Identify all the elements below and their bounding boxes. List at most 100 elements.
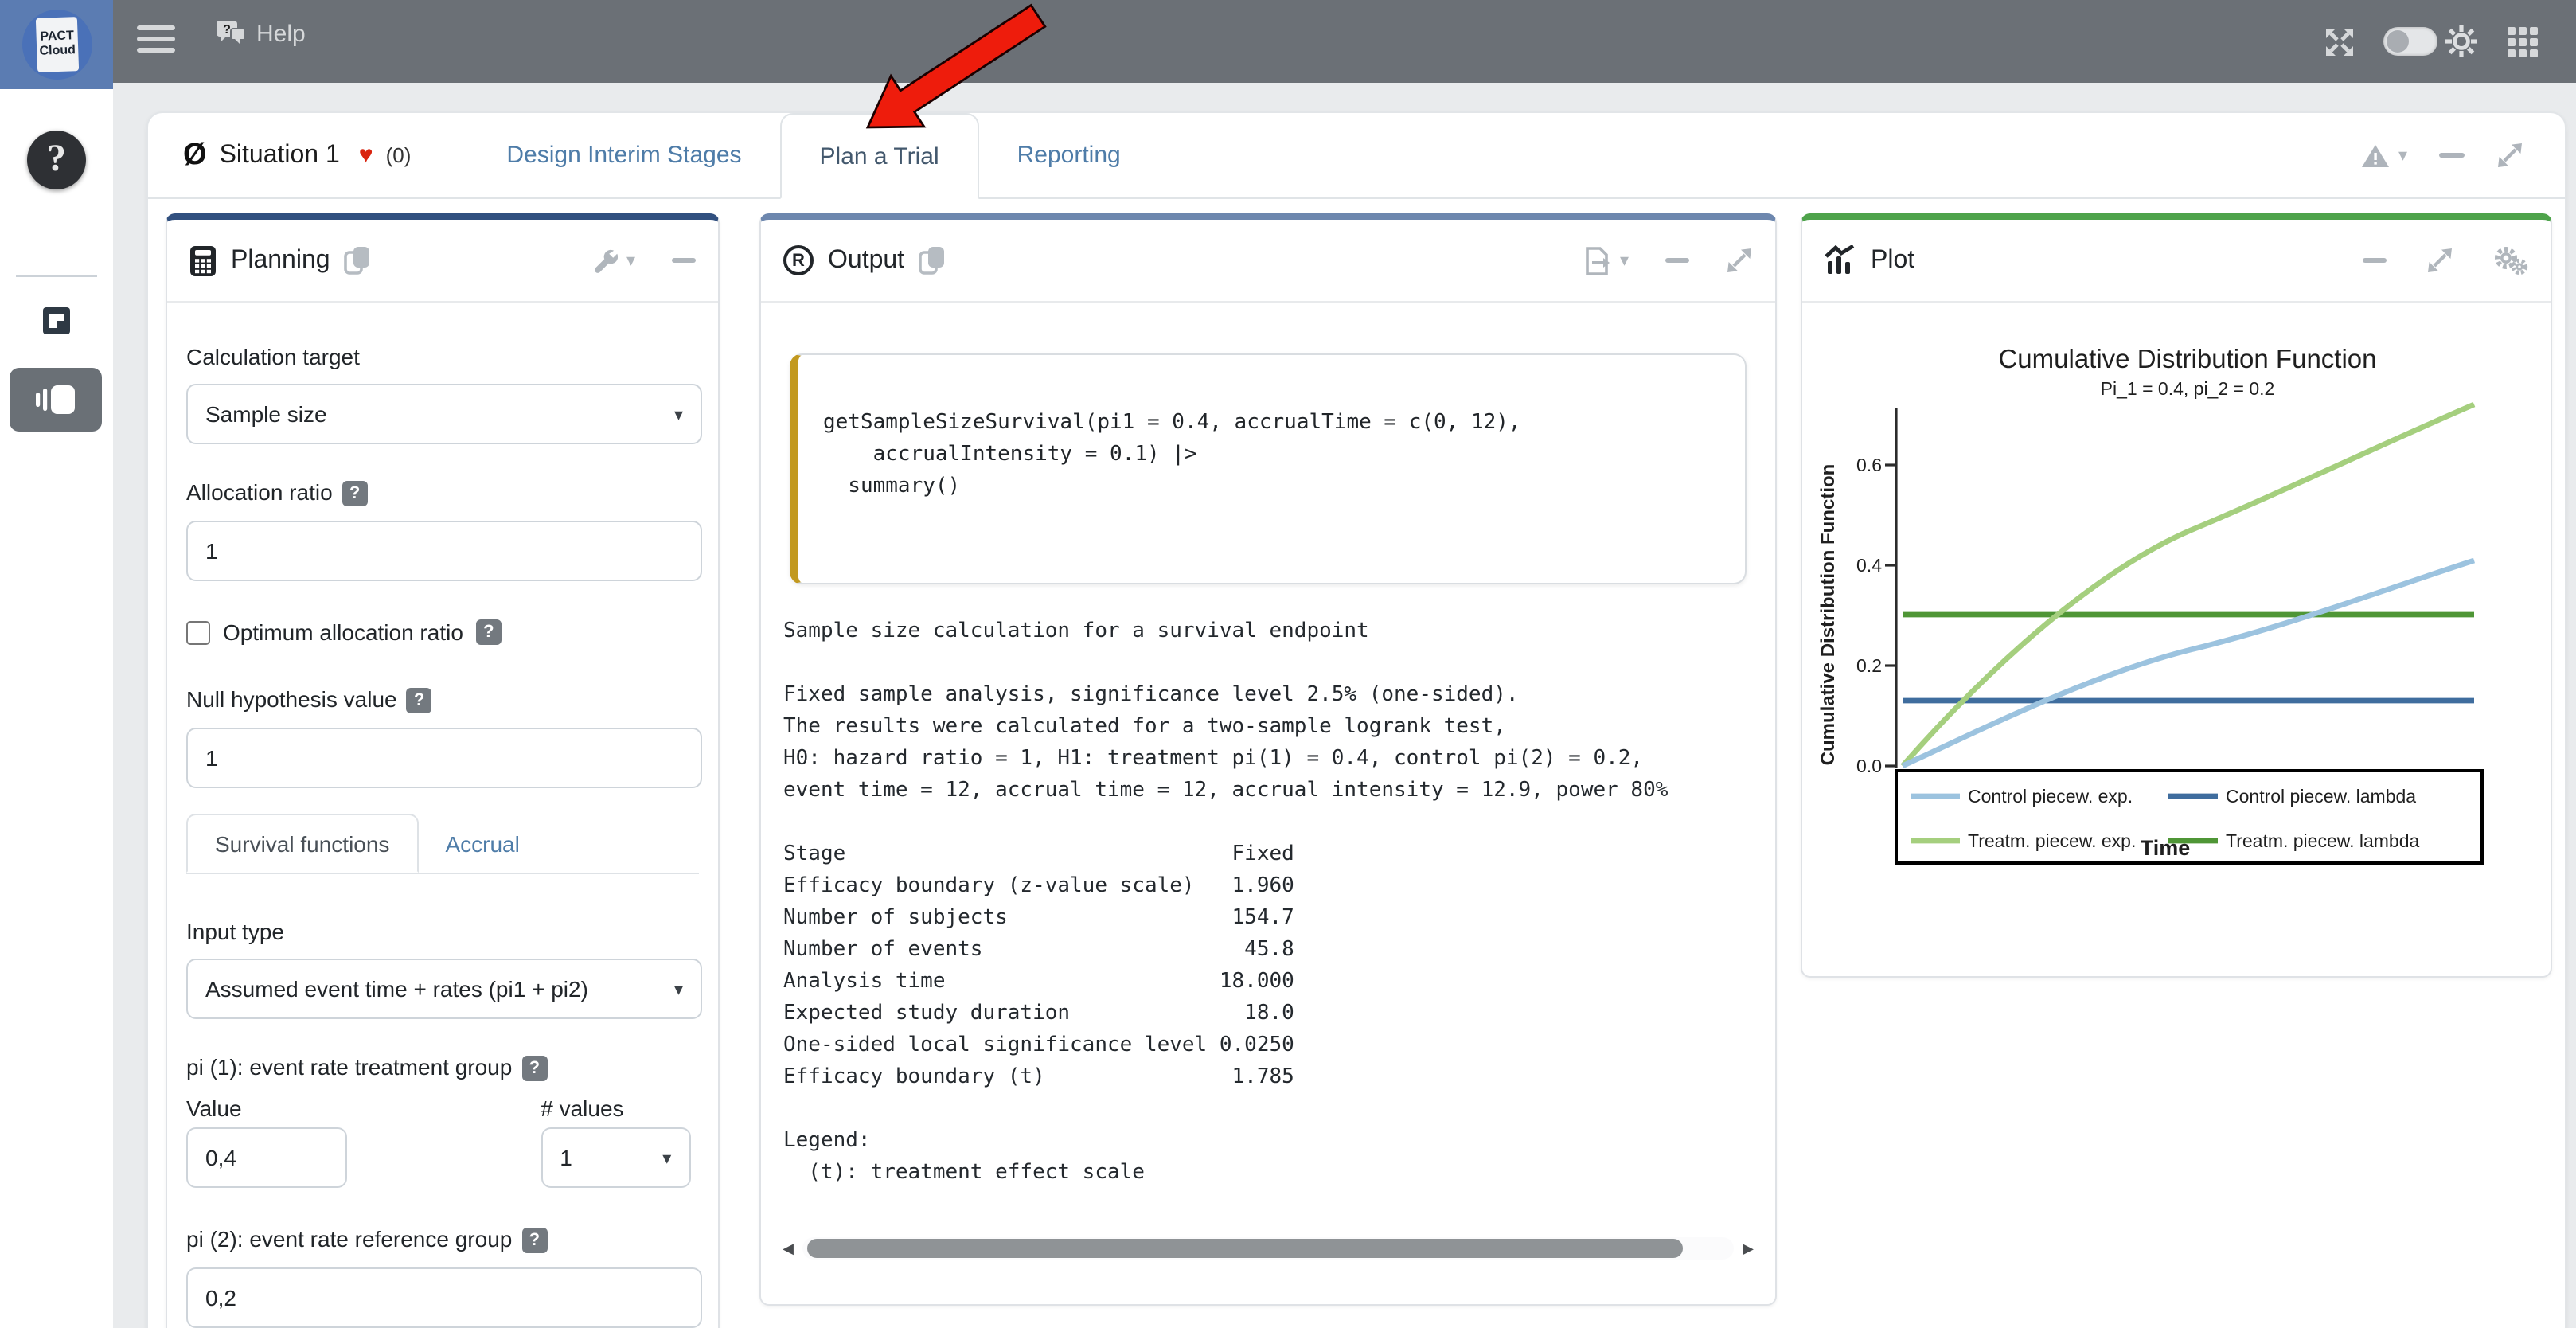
help-badge-icon[interactable]: ? [407,688,432,713]
chart-icon [1825,245,1856,275]
scroll-left-icon[interactable]: ◀ [780,1240,796,1257]
output-summary-text: Sample size calculation for a survival e… [783,616,1668,1189]
scroll-right-icon[interactable]: ▶ [1740,1240,1756,1257]
wrench-icon [591,247,619,274]
legend-label-control-lambda: Control piecew. lambda [2226,786,2416,807]
panels-icon [35,384,76,416]
allocation-ratio-label: Allocation ratio? [186,479,699,506]
help-chat-icon: ? [217,21,247,48]
chevron-down-icon: ▾ [674,978,683,999]
y-tick-0.2: 0.2 [1856,655,1882,676]
x-axis-label: Time [2141,836,2191,860]
collapse-icon[interactable] [672,257,696,264]
app-grid-icon[interactable] [2508,26,2538,57]
input-type-select[interactable]: Assumed event time + rates (pi1 + pi2)▾ [186,959,702,1019]
expand-icon[interactable] [1726,247,1753,274]
light-mode-sun-icon[interactable] [2444,24,2479,59]
optimum-allocation-checkbox[interactable] [186,620,210,644]
empty-set-icon: Ø [183,138,207,173]
optimum-allocation-label: Optimum allocation ratio [223,619,463,645]
app-root: PACT Cloud ? Help [0,0,2576,1328]
chevron-down-icon: ▾ [674,404,683,424]
planning-title: Planning [231,246,330,275]
theme-toggle[interactable] [2383,27,2437,56]
heart-icon[interactable]: ♥ [359,142,373,169]
planning-panel: Planning ▾ Calculation target Sample siz… [166,213,720,1328]
chevron-down-icon: ▾ [1620,250,1629,271]
situation-card-header: Ø Situation 1 ♥ (0) Design Interim Stage… [148,113,2565,199]
allocation-ratio-input[interactable] [186,521,702,581]
situation-title[interactable]: Ø Situation 1 ♥ (0) [183,113,411,197]
settings-dropdown[interactable]: ▾ [591,247,635,274]
collapse-icon[interactable] [1665,257,1689,264]
toggle-knob [2387,30,2409,53]
legend-label-control-exp: Control piecew. exp. [1968,786,2133,807]
chevron-down-icon: ▾ [626,250,635,271]
help-badge-icon[interactable]: ? [476,619,502,645]
series-control-exp-curve [1903,560,2474,766]
export-icon [1585,246,1612,275]
null-hypothesis-input[interactable] [186,728,702,788]
logo-line1: PACT [36,28,78,44]
logo-circle-icon: PACT Cloud [22,10,92,80]
output-panel: R Output ▾ getSampleSizeSurvival( [759,213,1777,1306]
copy-icon[interactable] [919,245,946,275]
scrollbar-thumb[interactable] [807,1239,1683,1258]
cdf-chart: Cumulative Distribution Function Pi_1 = … [1812,331,2544,978]
subtab-accrual[interactable]: Accrual [418,814,546,873]
output-horizontal-scrollbar: ◀ ▶ [780,1236,1756,1261]
tab-plan-a-trial[interactable]: Plan a Trial [780,113,979,199]
expand-icon[interactable] [2496,142,2523,169]
fullscreen-arrows-icon[interactable] [2324,26,2355,57]
scrollbar-track[interactable] [802,1237,1734,1260]
chart-title: Cumulative Distribution Function [1998,344,2376,373]
chevron-down-icon: ▾ [2398,145,2407,166]
help-badge-icon[interactable]: ? [521,1228,547,1253]
chevron-down-icon: ▾ [662,1147,671,1168]
favorites-count: (0) [386,143,412,167]
situation-label: Situation 1 [220,141,340,170]
help-label: Help [256,21,306,48]
output-title: Output [828,246,904,275]
sidebar-divider [16,275,97,277]
r-logo-icon: R [783,245,814,275]
pi1-count-select[interactable]: 1▾ [541,1127,690,1188]
warning-triangle-icon [2362,143,2391,168]
pi1-value-input[interactable] [186,1127,347,1188]
copy-icon[interactable] [345,245,372,275]
logo-line2: Cloud [37,42,79,58]
plot-settings-gears-icon[interactable] [2493,245,2528,275]
tab-design-interim-stages[interactable]: Design Interim Stages [468,113,779,197]
planning-subtabs: Survival functions Accrual [186,814,699,874]
y-tick-0.0: 0.0 [1856,756,1882,776]
tab-reporting[interactable]: Reporting [979,113,1159,197]
y-tick-0.6: 0.6 [1856,455,1882,475]
help-badge-icon[interactable]: ? [521,1056,547,1081]
collapse-icon[interactable] [2363,257,2387,264]
svg-text:?: ? [223,23,231,37]
top-bar: PACT Cloud ? Help [0,0,2576,83]
y-axis-label: Cumulative Distribution Function [1817,464,1839,766]
question-mark-icon[interactable]: ? [27,131,86,189]
export-dropdown[interactable]: ▾ [1585,246,1629,275]
calculator-icon [189,244,217,276]
pi2-label: pi (2): event rate reference group? [186,1226,699,1253]
subtab-survival-functions[interactable]: Survival functions [186,814,418,873]
pi2-value-input[interactable] [186,1267,702,1328]
r-code-block[interactable]: getSampleSizeSurvival(pi1 = 0.4, accrual… [790,353,1747,584]
pi1-value-label: Value [186,1096,541,1121]
rpact-cloud-logo[interactable]: PACT Cloud [0,0,113,89]
calculation-target-label: Calculation target [186,344,699,369]
expand-icon[interactable] [2426,247,2453,274]
legend-label-treatment-exp: Treatm. piecew. exp. [1968,830,2136,851]
menu-hamburger-icon[interactable] [137,25,175,57]
flag-corner-icon[interactable] [41,306,72,336]
sidebar-item-active[interactable] [10,368,102,432]
minimize-icon[interactable] [2439,152,2465,158]
help-button[interactable]: ? Help [217,21,306,48]
calculation-target-select[interactable]: Sample size▾ [186,384,702,444]
pi1-label: pi (1): event rate treatment group? [186,1054,699,1081]
help-badge-icon[interactable]: ? [342,481,368,506]
warnings-dropdown[interactable]: ▾ [2362,143,2407,168]
null-hypothesis-label: Null hypothesis value? [186,686,699,713]
